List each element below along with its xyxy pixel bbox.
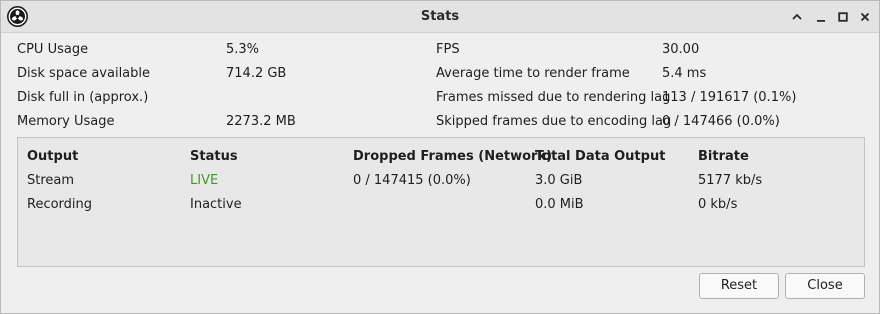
render-time-value: 5.4 ms	[662, 66, 707, 81]
header-total-data: Total Data Output	[535, 149, 666, 164]
fps-label: FPS	[436, 42, 460, 57]
disk-full-label: Disk full in (approx.)	[17, 90, 149, 105]
skipped-frames-label: Skipped frames due to encoding lag	[436, 114, 672, 129]
header-bitrate: Bitrate	[698, 149, 749, 164]
close-icon	[860, 12, 870, 22]
frames-missed-label: Frames missed due to rendering lag	[436, 90, 671, 105]
frames-missed-value: 113 / 191617 (0.1%)	[662, 90, 797, 105]
shade-icon	[792, 13, 802, 20]
recording-total-data: 0.0 MiB	[535, 197, 584, 212]
fps-value: 30.00	[662, 42, 700, 57]
minimize-icon	[817, 20, 825, 22]
outputs-table: Output Status Dropped Frames (Network) T…	[17, 137, 865, 267]
recording-bitrate: 0 kb/s	[698, 197, 738, 212]
header-output: Output	[27, 149, 79, 164]
maximize-icon	[838, 12, 848, 22]
stream-total-data: 3.0 GiB	[535, 173, 583, 188]
recording-output-name: Recording	[27, 197, 93, 212]
stream-bitrate: 5177 kb/s	[698, 173, 763, 188]
stream-output-name: Stream	[27, 173, 75, 188]
header-dropped-frames: Dropped Frames (Network)	[353, 149, 553, 164]
header-status: Status	[190, 149, 238, 164]
skipped-frames-value: 0 / 147466 (0.0%)	[662, 114, 780, 129]
stats-window: Stats CPU Usage 5.3% Disk space availabl…	[0, 0, 880, 314]
minimize-button[interactable]	[811, 7, 831, 27]
stream-dropped-frames: 0 / 147415 (0.0%)	[353, 173, 471, 188]
render-time-label: Average time to render frame	[436, 66, 630, 81]
cpu-usage-value: 5.3%	[226, 42, 260, 57]
title-bar[interactable]: Stats	[1, 1, 879, 33]
close-button[interactable]: Close	[785, 273, 865, 299]
disk-space-label: Disk space available	[17, 66, 151, 81]
close-window-button[interactable]	[855, 7, 875, 27]
disk-space-value: 714.2 GB	[226, 66, 287, 81]
recording-status: Inactive	[190, 197, 242, 212]
memory-usage-label: Memory Usage	[17, 114, 115, 129]
window-title: Stats	[420, 9, 460, 24]
cpu-usage-label: CPU Usage	[17, 42, 89, 57]
stream-status: LIVE	[190, 173, 219, 188]
maximize-button[interactable]	[833, 7, 853, 27]
memory-usage-value: 2273.2 MB	[226, 114, 296, 129]
reset-button[interactable]: Reset	[699, 273, 779, 299]
shade-button[interactable]	[787, 7, 807, 27]
